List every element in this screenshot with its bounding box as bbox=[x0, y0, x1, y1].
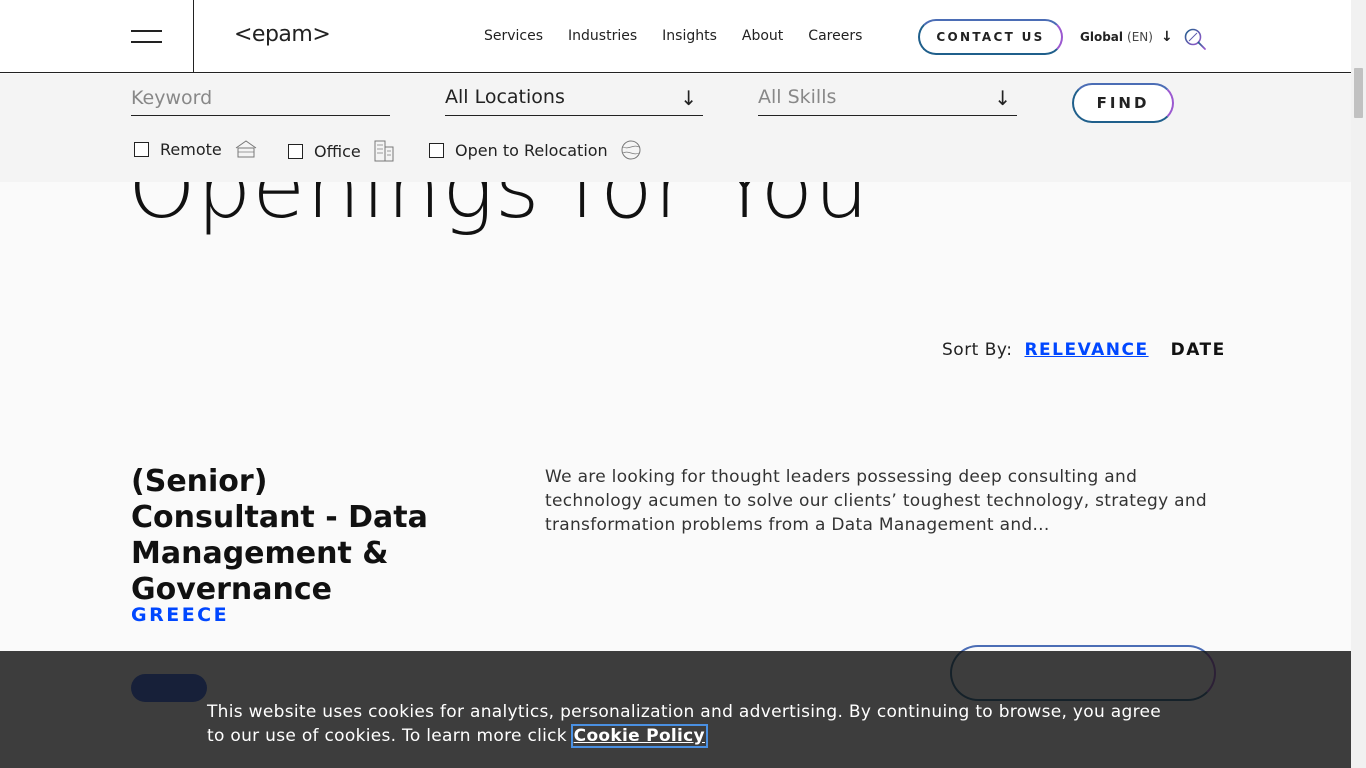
nav-careers[interactable]: Careers bbox=[808, 28, 862, 44]
office-label: Office bbox=[314, 141, 361, 161]
nav-services[interactable]: Services bbox=[484, 28, 543, 44]
keyword-input[interactable]: Keyword bbox=[131, 84, 390, 116]
nav-about[interactable]: About bbox=[742, 28, 783, 44]
office-checkbox[interactable]: Office bbox=[288, 139, 395, 163]
search-icon[interactable] bbox=[1183, 27, 1207, 51]
nav-insights[interactable]: Insights bbox=[662, 28, 717, 44]
remote-checkbox[interactable]: Remote bbox=[134, 139, 258, 159]
skills-select[interactable]: All Skills ↓ bbox=[758, 84, 1017, 116]
checkbox-box[interactable] bbox=[288, 143, 303, 159]
skills-value: All Skills bbox=[758, 86, 837, 108]
scrollbar-thumb[interactable] bbox=[1354, 68, 1363, 118]
remote-label: Remote bbox=[160, 139, 222, 159]
sort-controls: Sort By: RELEVANCE DATE bbox=[942, 340, 1226, 360]
site-header: <epam> Services Industries Insights Abou… bbox=[0, 0, 1351, 73]
relocation-checkbox[interactable]: Open to Relocation bbox=[429, 139, 642, 161]
header-divider bbox=[193, 0, 194, 73]
globe-icon bbox=[621, 140, 641, 160]
checkbox-box[interactable] bbox=[429, 142, 444, 158]
job-location: GREECE bbox=[131, 604, 230, 626]
main-nav: Services Industries Insights About Caree… bbox=[484, 28, 887, 44]
location-select[interactable]: All Locations ↓ bbox=[445, 84, 703, 116]
menu-icon[interactable] bbox=[131, 28, 163, 46]
find-button[interactable]: FIND bbox=[1072, 83, 1174, 123]
nav-industries[interactable]: Industries bbox=[568, 28, 637, 44]
arrow-down-icon: ↓ bbox=[994, 86, 1011, 110]
location-value: All Locations bbox=[445, 86, 565, 108]
sort-relevance-link[interactable]: RELEVANCE bbox=[1024, 340, 1148, 360]
lang-label: (EN) bbox=[1127, 30, 1153, 44]
job-description: We are looking for thought leaders posse… bbox=[545, 467, 1208, 535]
job-title[interactable]: (Senior) Consultant - Data Management & … bbox=[131, 464, 451, 608]
sort-date-link[interactable]: DATE bbox=[1171, 340, 1226, 360]
arrow-down-icon: ↓ bbox=[680, 86, 697, 110]
cookie-text: This website uses cookies for analytics,… bbox=[207, 700, 1167, 748]
sort-label: Sort By: bbox=[942, 340, 1013, 360]
epam-logo[interactable]: <epam> bbox=[234, 22, 331, 47]
relocation-label: Open to Relocation bbox=[455, 140, 608, 160]
page-scrollbar[interactable] bbox=[1351, 0, 1366, 768]
arrow-down-icon: ↓ bbox=[1160, 29, 1173, 45]
cookie-banner: This website uses cookies for analytics,… bbox=[0, 651, 1351, 768]
office-building-icon bbox=[374, 140, 394, 162]
contact-us-button[interactable]: CONTACT US bbox=[918, 19, 1063, 55]
global-label: Global bbox=[1080, 30, 1124, 44]
job-search-filters: Keyword All Locations ↓ All Skills ↓ FIN… bbox=[0, 74, 1351, 182]
checkbox-box[interactable] bbox=[134, 141, 149, 157]
home-icon bbox=[235, 140, 257, 158]
language-selector[interactable]: Global (EN) ↓ bbox=[1080, 29, 1173, 45]
cookie-policy-link[interactable]: Cookie Policy bbox=[570, 724, 708, 748]
